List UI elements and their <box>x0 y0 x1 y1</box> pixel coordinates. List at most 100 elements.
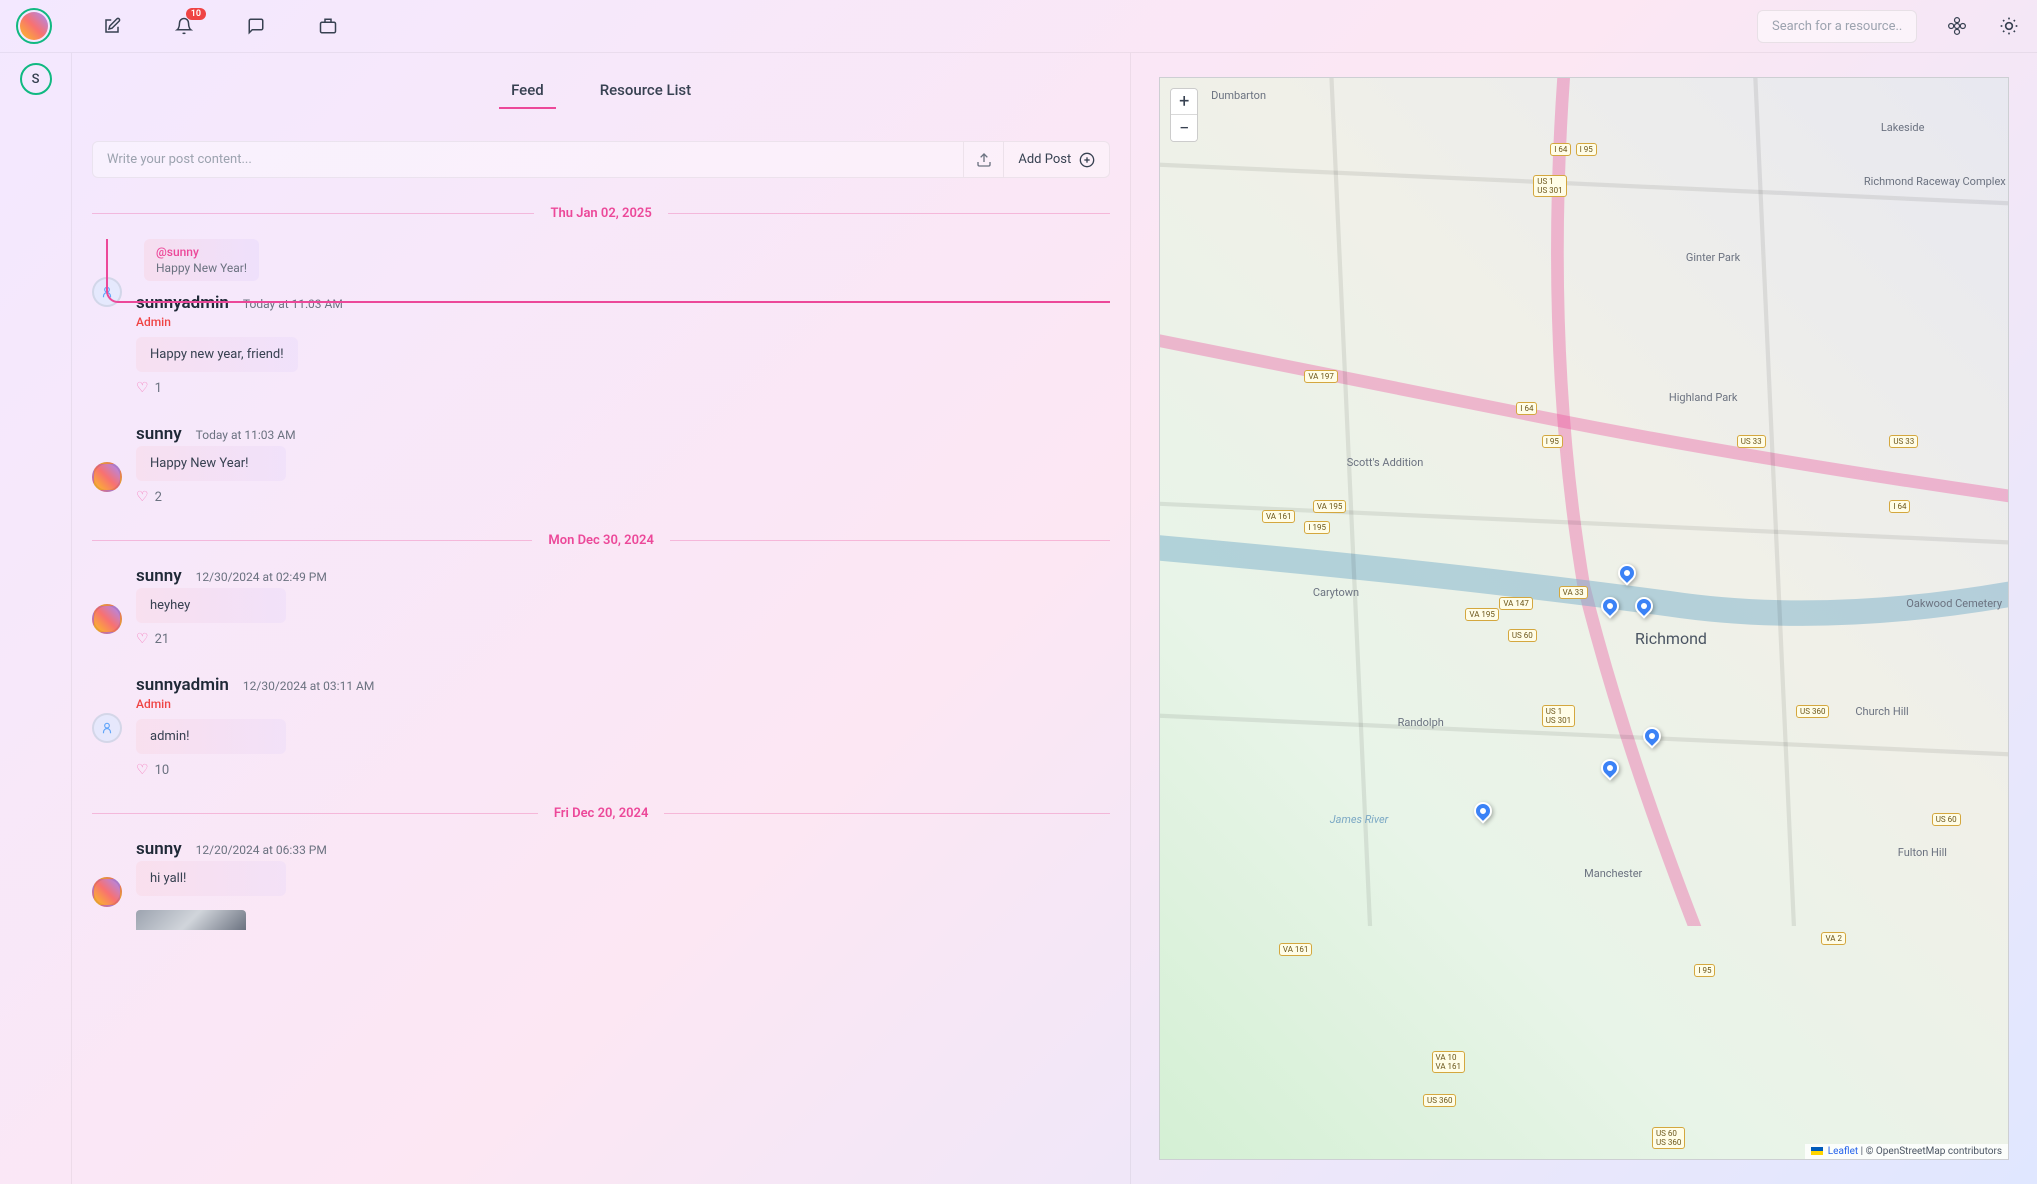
sidebar-avatar-letter: S <box>32 72 40 87</box>
route-badge: US 33 <box>1737 435 1766 448</box>
post-user[interactable]: sunny <box>136 839 182 859</box>
date-text: Thu Jan 02, 2025 <box>550 206 651 221</box>
post-image[interactable] <box>136 910 246 930</box>
map-label: Carytown <box>1313 586 1359 599</box>
map-roads <box>1160 78 2008 926</box>
feed-area: Add Post Thu Jan 02, 2025 @sunnyHappy New… <box>72 109 1130 1184</box>
route-badge: I 64 <box>1516 402 1537 415</box>
tab-resource-list[interactable]: Resource List <box>588 73 703 109</box>
route-badge: US 60 <box>1932 813 1961 826</box>
notification-badge: 10 <box>186 8 206 20</box>
reaction-count: 1 <box>155 381 162 396</box>
leaflet-link[interactable]: Leaflet <box>1828 1146 1858 1157</box>
flower-icon[interactable] <box>1945 14 1969 38</box>
search-input[interactable] <box>1757 10 1917 43</box>
route-badge: VA 195 <box>1313 500 1347 513</box>
theme-toggle-icon[interactable] <box>1997 14 2021 38</box>
route-badge: I 95 <box>1576 143 1597 156</box>
post-avatar[interactable] <box>92 604 122 634</box>
tab-feed[interactable]: Feed <box>499 73 556 109</box>
reaction-count: 21 <box>155 632 170 647</box>
reaction-count: 2 <box>155 490 162 505</box>
map[interactable]: Dumbarton Lakeside Ginter Park Highland Par… <box>1159 77 2009 1160</box>
add-post-label: Add Post <box>1018 152 1071 167</box>
route-badge: VA 195 <box>1465 608 1499 621</box>
post-user[interactable]: sunny <box>136 566 182 586</box>
zoom-controls: + − <box>1170 88 1198 142</box>
map-label: Oakwood Cemetery <box>1906 597 2002 610</box>
route-badge: US 60 US 360 <box>1652 1127 1685 1149</box>
post-user[interactable]: sunny <box>136 424 182 444</box>
map-label: Richmond Raceway Complex <box>1864 175 2006 188</box>
map-label: Ginter Park <box>1686 251 1740 264</box>
reaction-count: 10 <box>155 763 170 778</box>
upload-button[interactable] <box>964 141 1004 178</box>
post-reactions[interactable]: ♡10 <box>136 762 1110 778</box>
post-avatar[interactable] <box>92 877 122 907</box>
compose-input[interactable] <box>92 141 964 178</box>
route-badge: VA 33 <box>1559 586 1588 599</box>
route-badge: I 64 <box>1889 500 1910 513</box>
route-badge: I 95 <box>1694 964 1715 977</box>
map-label: Randolph <box>1398 716 1444 729</box>
route-badge: US 1 US 301 <box>1542 705 1575 727</box>
post-content: heyhey <box>136 588 286 623</box>
date-divider: Fri Dec 20, 2024 <box>92 806 1110 821</box>
post-time: Today at 11:03 AM <box>196 428 296 442</box>
route-badge: VA 161 <box>1279 943 1313 956</box>
post: sunnyadmin 12/30/2024 at 03:11 AM Admin adm… <box>92 675 1110 778</box>
map-label: Scott's Addition <box>1347 456 1424 469</box>
date-text: Fri Dec 20, 2024 <box>554 806 649 821</box>
add-post-button[interactable]: Add Post <box>1004 141 1110 178</box>
post-content: Happy new year, friend! <box>136 337 298 372</box>
post-reactions[interactable]: ♡1 <box>136 380 1110 396</box>
post-avatar[interactable] <box>92 462 122 492</box>
post-time: 12/30/2024 at 02:49 PM <box>196 570 327 584</box>
route-badge: US 60 <box>1508 629 1537 642</box>
post: @sunnyHappy New Year!sunnyadminToday at … <box>92 239 1110 396</box>
quote-text: Happy New Year! <box>156 261 247 275</box>
post: sunnyToday at 11:03 AMHappy New Year!♡2 <box>92 424 1110 505</box>
route-badge: VA 10 VA 161 <box>1432 1051 1466 1073</box>
folder-icon[interactable] <box>316 14 340 38</box>
quote-bubble: @sunnyHappy New Year! <box>144 239 259 281</box>
route-badge: US 360 <box>1796 705 1829 718</box>
zoom-in-button[interactable]: + <box>1171 89 1197 115</box>
map-label: Fulton Hill <box>1898 846 1947 859</box>
post-user[interactable]: sunnyadmin <box>136 675 229 695</box>
heart-icon: ♡ <box>136 380 149 396</box>
chat-icon[interactable] <box>244 14 268 38</box>
zoom-out-button[interactable]: − <box>1171 115 1197 141</box>
post: sunny 12/30/2024 at 02:49 PM heyhey ♡ 21 <box>92 566 1110 647</box>
post-avatar[interactable] <box>92 713 122 743</box>
post-reactions[interactable]: ♡ 21 <box>136 631 1110 647</box>
route-badge: I 95 <box>1542 435 1563 448</box>
date-text: Mon Dec 30, 2024 <box>548 533 654 548</box>
map-label: Highland Park <box>1669 391 1738 404</box>
route-badge: I 64 <box>1550 143 1571 156</box>
sidebar-avatar[interactable]: S <box>20 63 52 95</box>
post-time: 12/30/2024 at 03:11 AM <box>243 679 374 693</box>
post-content: admin! <box>136 719 286 754</box>
notifications-icon[interactable]: 10 <box>172 14 196 38</box>
tabs: Feed Resource List <box>72 53 1130 109</box>
route-badge: I 195 <box>1304 521 1330 534</box>
route-badge: VA 147 <box>1499 597 1533 610</box>
reply-quote: @sunnyHappy New Year! <box>106 239 1110 303</box>
route-badge: US 33 <box>1889 435 1918 448</box>
flag-icon <box>1811 1147 1823 1155</box>
heart-icon: ♡ <box>136 631 149 647</box>
map-label: Manchester <box>1584 867 1642 880</box>
compose-icon[interactable] <box>100 14 124 38</box>
admin-tag: Admin <box>136 697 1110 711</box>
osm-attribution: © OpenStreetMap contributors <box>1866 1146 2002 1157</box>
post-reactions[interactable]: ♡2 <box>136 489 1110 505</box>
map-attribution: Leaflet | © OpenStreetMap contributors <box>1805 1144 2008 1159</box>
post: sunny12/20/2024 at 06:33 PMhi yall! <box>92 839 1110 930</box>
map-label: James River <box>1330 813 1388 826</box>
map-label: Lakeside <box>1881 121 1925 134</box>
route-badge: VA 2 <box>1821 932 1846 945</box>
date-divider: Mon Dec 30, 2024 <box>92 533 1110 548</box>
map-label: Dumbarton <box>1211 89 1266 102</box>
user-avatar[interactable] <box>16 8 52 44</box>
